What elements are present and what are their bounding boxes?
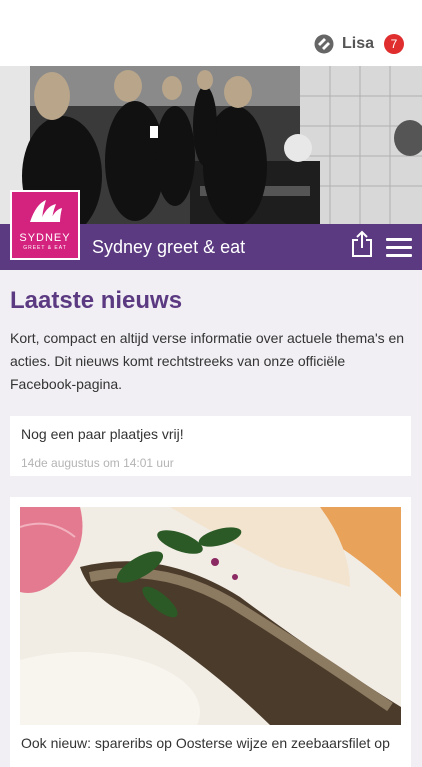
brand-name: SYDNEY <box>19 232 71 244</box>
page-title: Laatste nieuws <box>10 287 183 314</box>
opera-house-icon <box>30 200 62 222</box>
brand-tagline: GREET & EAT <box>23 245 67 251</box>
user-name: Lisa <box>341 35 374 52</box>
intro-text: Kort, compact en altijd verse informatie… <box>10 330 405 392</box>
news-card-title: Nog een paar plaatjes vrij! <box>21 426 184 442</box>
app-title: Sydney greet & eat <box>92 237 246 257</box>
share-icon[interactable] <box>350 230 374 258</box>
news-card-image <box>20 507 401 725</box>
diamond-logo-icon <box>314 34 334 54</box>
status-bar: Lisa 7 <box>0 0 422 66</box>
news-card-title: Ook nieuw: spareribs op Oosterse wijze e… <box>21 735 390 751</box>
news-card[interactable]: Nog een paar plaatjes vrij! 14de augustu… <box>10 416 411 476</box>
news-card[interactable]: Ook nieuw: spareribs op Oosterse wijze e… <box>10 497 411 767</box>
user-menu[interactable]: Lisa 7 <box>314 33 404 55</box>
brand-logo: SYDNEY GREET & EAT <box>10 190 80 260</box>
notification-badge[interactable]: 7 <box>384 34 404 54</box>
news-card-date: 14de augustus om 14:01 uur <box>21 456 174 470</box>
hamburger-menu-icon[interactable] <box>386 238 412 258</box>
